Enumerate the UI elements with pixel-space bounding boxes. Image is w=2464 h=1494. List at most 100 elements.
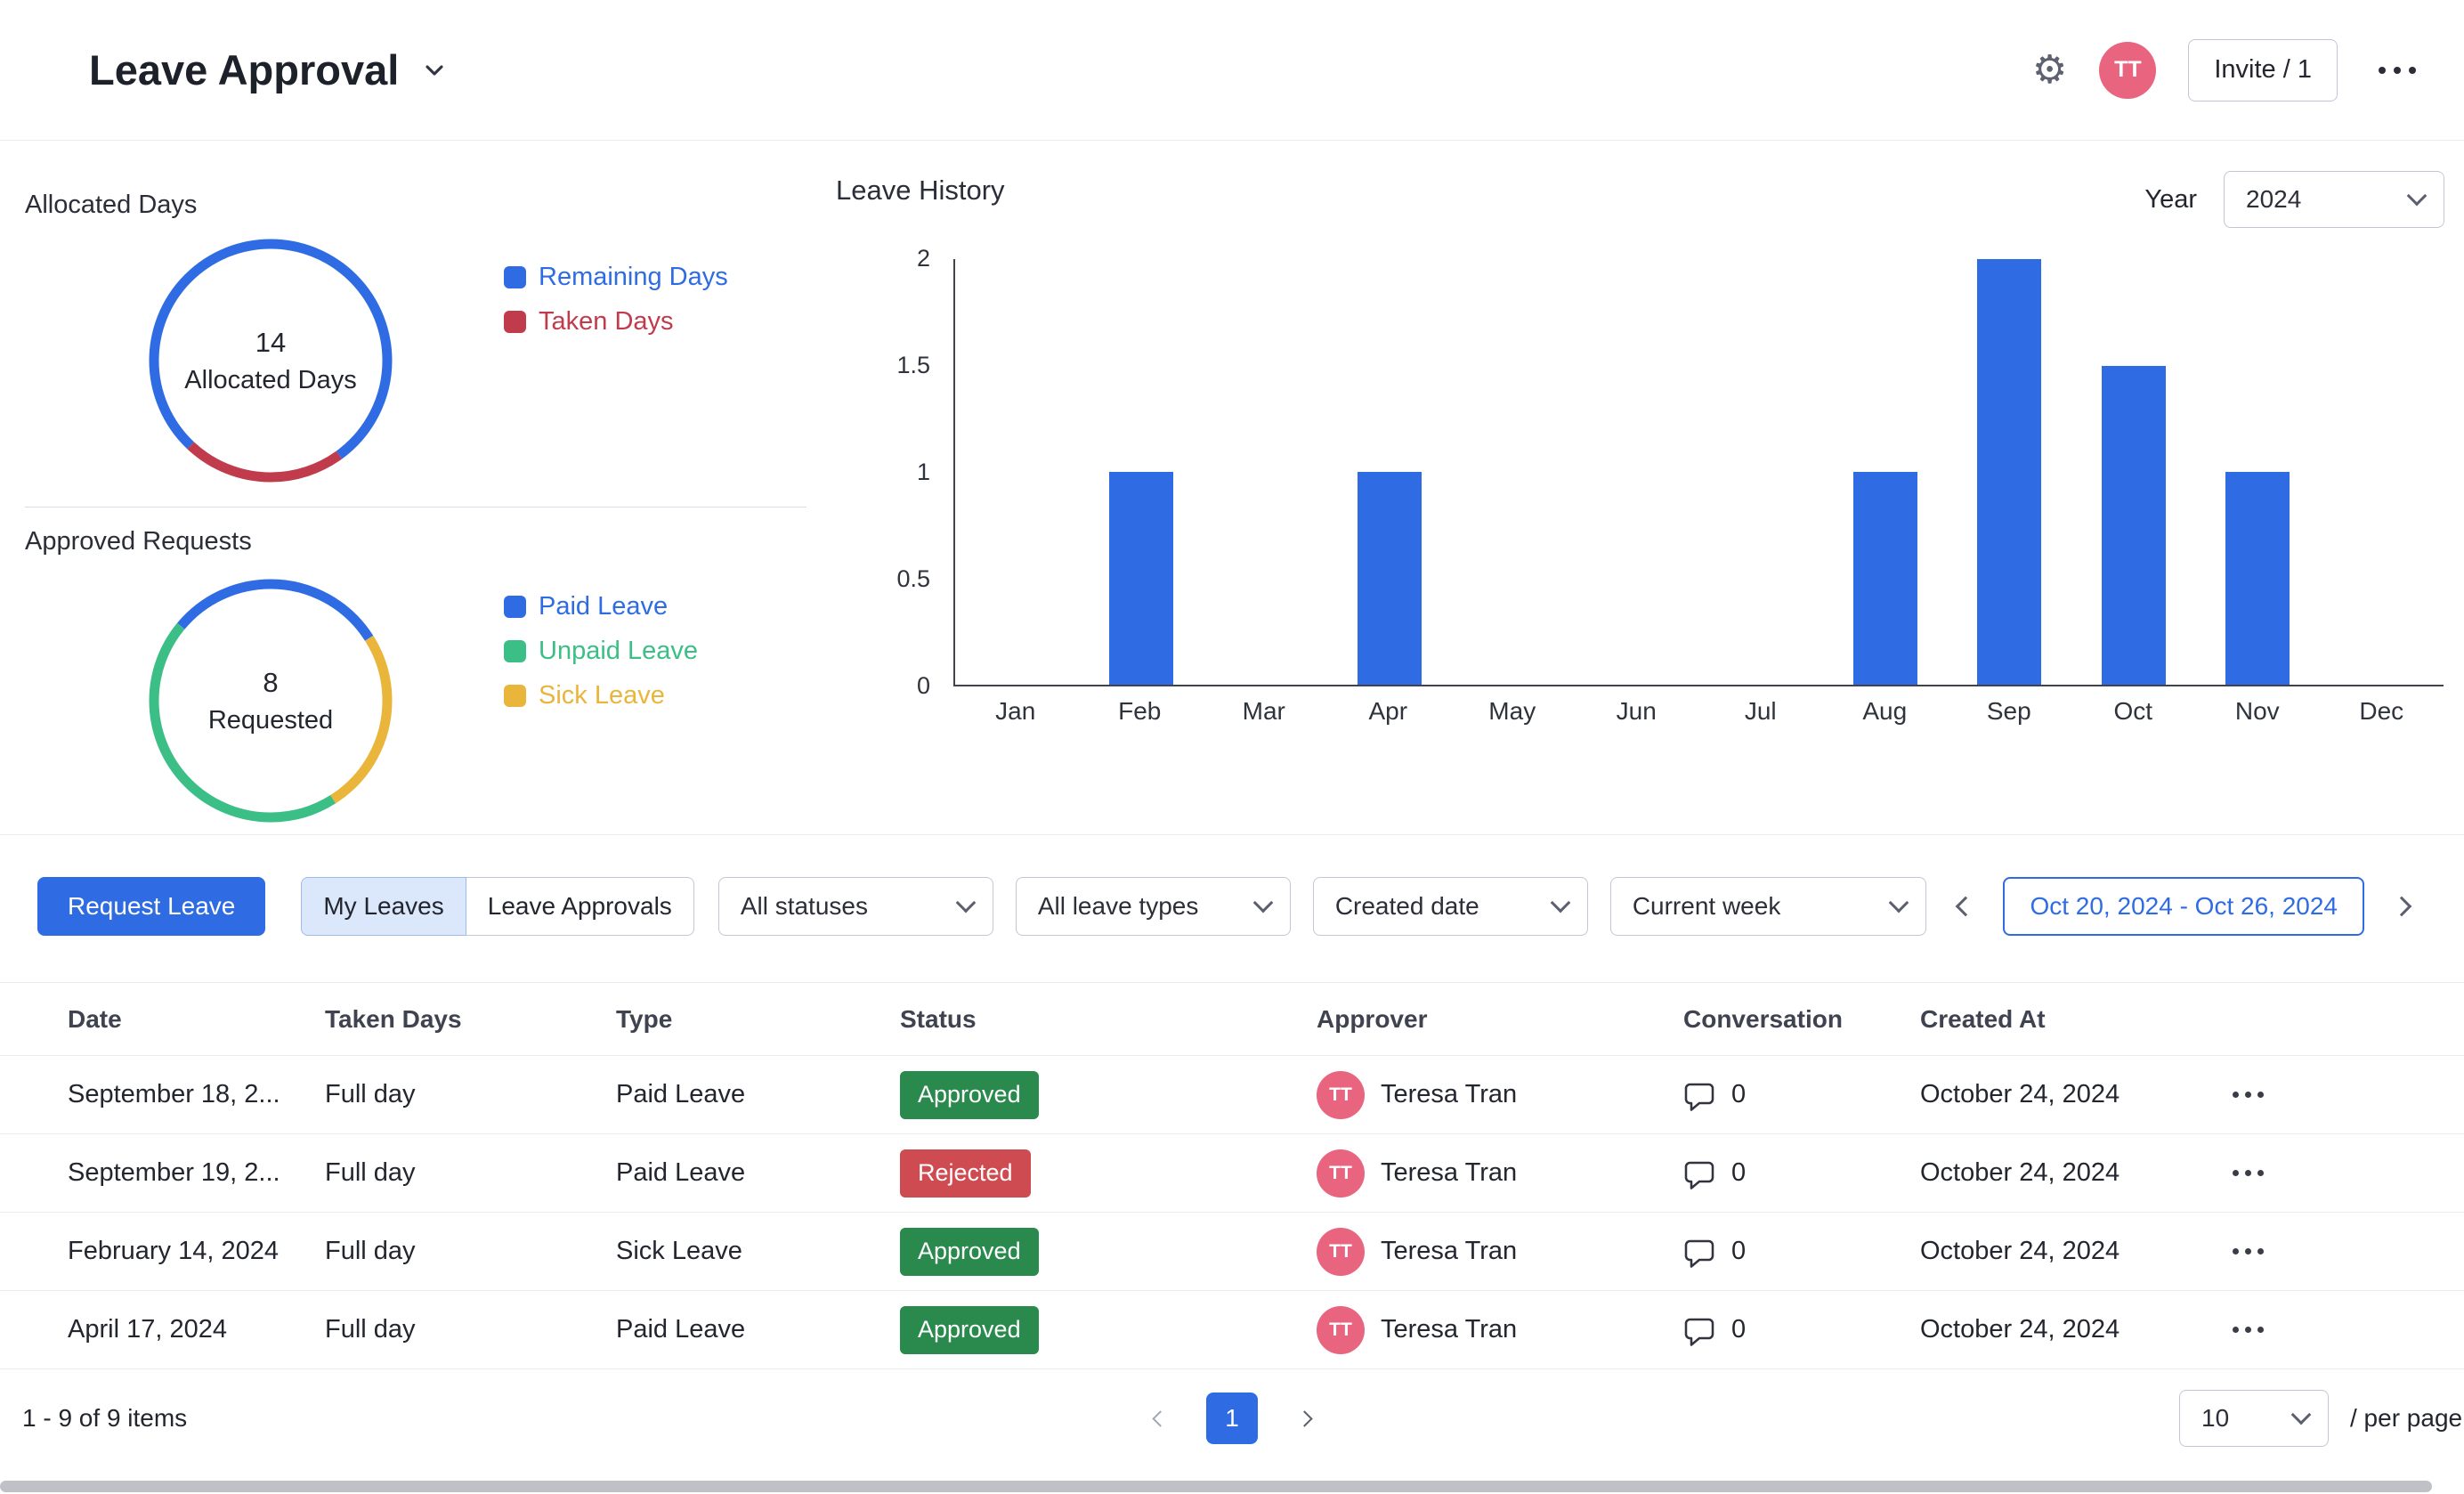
view-tabs: My LeavesLeave Approvals (301, 877, 693, 936)
approver-avatar: TT (1317, 1306, 1365, 1354)
x-axis-label: Apr (1326, 697, 1451, 726)
legend-swatch-icon (504, 685, 526, 707)
bar-aug (1853, 472, 1917, 685)
table-row: September 19, 2...Full dayPaid LeaveReje… (0, 1134, 2464, 1213)
status-badge-rejected[interactable]: Rejected (900, 1149, 1031, 1198)
toolbar: Request Leave My LeavesLeave Approvals A… (0, 835, 2464, 982)
page-1-button[interactable]: 1 (1206, 1393, 1258, 1444)
approver-avatar: TT (1317, 1071, 1365, 1119)
title-chevron-down-icon[interactable] (420, 56, 449, 85)
request-leave-button[interactable]: Request Leave (37, 877, 265, 936)
cell-conversation[interactable]: 0 (1683, 1236, 1920, 1268)
bar-chart-x-axis-labels: JanFebMarAprMayJunJulAugSepOctNovDec (953, 697, 2444, 726)
user-avatar[interactable]: TT (2099, 42, 2156, 99)
y-axis-label: 0 (828, 672, 930, 700)
table-row: September 18, 2...Full dayPaid LeaveAppr… (0, 1056, 2464, 1134)
legend-label: Taken Days (539, 307, 674, 337)
allocated-days-value: 14 (255, 327, 286, 359)
tab-leave-approvals[interactable]: Leave Approvals (466, 877, 694, 936)
cell-status: Approved (900, 1228, 1317, 1276)
bar-slot (1823, 259, 1947, 685)
cell-approver: TT Teresa Tran (1317, 1071, 1683, 1119)
comment-bubble-icon (1683, 1157, 1715, 1190)
chevron-down-icon (955, 893, 976, 913)
invite-button[interactable]: Invite / 1 (2188, 39, 2338, 101)
comment-bubble-icon (1683, 1079, 1715, 1111)
cell-conversation[interactable]: 0 (1683, 1079, 1920, 1111)
bar-slot (1948, 259, 2071, 685)
approved-requests-widget: 8 Requested Paid LeaveUnpaid LeaveSick L… (25, 567, 806, 834)
cell-date: September 18, 2... (68, 1080, 325, 1109)
conversation-count: 0 (1731, 1315, 1746, 1344)
conversation-count: 0 (1731, 1158, 1746, 1188)
table-header-row: DateTaken DaysTypeStatusApproverConversa… (0, 982, 2464, 1056)
approved-requests-value: 8 (263, 667, 278, 699)
row-menu-icon[interactable] (2225, 1081, 2271, 1108)
cell-leave-type: Paid Leave (616, 1158, 900, 1188)
dashboard-section: Allocated Days 14 Allocated Days Remaini… (0, 141, 2464, 835)
legend-label: Remaining Days (539, 263, 728, 292)
horizontal-scrollbar[interactable] (0, 1481, 2432, 1492)
chevron-down-icon (2291, 1405, 2312, 1425)
donut-widgets-panel: Allocated Days 14 Allocated Days Remaini… (0, 141, 806, 834)
prev-page-button[interactable] (1135, 1393, 1185, 1443)
cell-leave-type: Paid Leave (616, 1315, 900, 1344)
per-page-control: 10 / per page (2179, 1390, 2462, 1447)
cell-approver: TTTeresa Tran (1317, 1228, 1683, 1276)
filter-current-week[interactable]: Current week (1610, 877, 1926, 936)
settings-gear-icon[interactable]: ⚙ (2032, 51, 2067, 90)
legend-swatch-icon (504, 596, 526, 618)
next-week-button[interactable] (2377, 881, 2427, 931)
cell-taken-days: Full day (325, 1315, 616, 1344)
bar-feb (1109, 472, 1173, 685)
bar-nov (2225, 472, 2290, 685)
year-select[interactable]: 2024 (2224, 171, 2444, 228)
column-header-type: Type (616, 1005, 900, 1034)
bar-slot (1576, 259, 1699, 685)
table-body: September 18, 2...Full dayPaid LeaveAppr… (0, 1056, 2464, 1369)
cell-leave-type: Paid Leave (616, 1080, 900, 1109)
prev-week-button[interactable] (1941, 881, 1990, 931)
approver-name: Teresa Tran (1381, 1315, 1517, 1344)
per-page-label: / per page (2350, 1404, 2462, 1433)
cell-status: Approved (900, 1071, 1317, 1119)
chevron-down-icon (1888, 893, 1909, 913)
bar-oct (2102, 366, 2166, 686)
filter-created-date[interactable]: Created date (1313, 877, 1588, 936)
bar-slot (1327, 259, 1451, 685)
cell-actions (2225, 1238, 2464, 1265)
row-menu-icon[interactable] (2225, 1159, 2271, 1187)
y-axis-label: 1.5 (828, 352, 930, 379)
row-menu-icon[interactable] (2225, 1316, 2271, 1344)
status-badge-approved[interactable]: Approved (900, 1071, 1039, 1119)
tab-my-leaves[interactable]: My Leaves (301, 877, 466, 936)
row-menu-icon[interactable] (2225, 1238, 2271, 1265)
x-axis-label: Aug (1823, 697, 1948, 726)
per-page-value: 10 (2201, 1404, 2229, 1433)
status-badge-approved[interactable]: Approved (900, 1228, 1039, 1276)
cell-conversation[interactable]: 0 (1683, 1157, 1920, 1190)
header-menu-icon[interactable] (2370, 58, 2425, 83)
table-footer: 1 - 9 of 9 items 1 10 / per page (0, 1369, 2464, 1467)
legend-label: Sick Leave (539, 681, 665, 710)
approver-name: Teresa Tran (1381, 1080, 1517, 1109)
next-page-button[interactable] (1279, 1393, 1329, 1443)
status-badge-approved[interactable]: Approved (900, 1306, 1039, 1354)
cell-conversation[interactable]: 0 (1683, 1314, 1920, 1346)
legend-swatch-icon (504, 266, 526, 288)
conversation-count: 0 (1731, 1237, 1746, 1266)
bar-slot (955, 259, 1079, 685)
bar-slot (1451, 259, 1575, 685)
filter-label: All statuses (741, 892, 868, 921)
date-range-button[interactable]: Oct 20, 2024 - Oct 26, 2024 (2003, 877, 2364, 936)
cell-date: February 14, 2024 (68, 1237, 325, 1266)
filter-all-leave-types[interactable]: All leave types (1016, 877, 1291, 936)
leave-history-widget: Leave History Year 2024 00.511.52 JanFeb… (828, 141, 2464, 834)
table-row: February 14, 2024Full daySick LeaveAppro… (0, 1213, 2464, 1291)
chevron-right-icon (1296, 1410, 1312, 1426)
filter-all-statuses[interactable]: All statuses (718, 877, 993, 936)
donut-center-text: 14 Allocated Days (137, 227, 404, 494)
year-control: Year 2024 (2144, 171, 2444, 228)
per-page-select[interactable]: 10 (2179, 1390, 2329, 1447)
cell-date: April 17, 2024 (68, 1315, 325, 1344)
